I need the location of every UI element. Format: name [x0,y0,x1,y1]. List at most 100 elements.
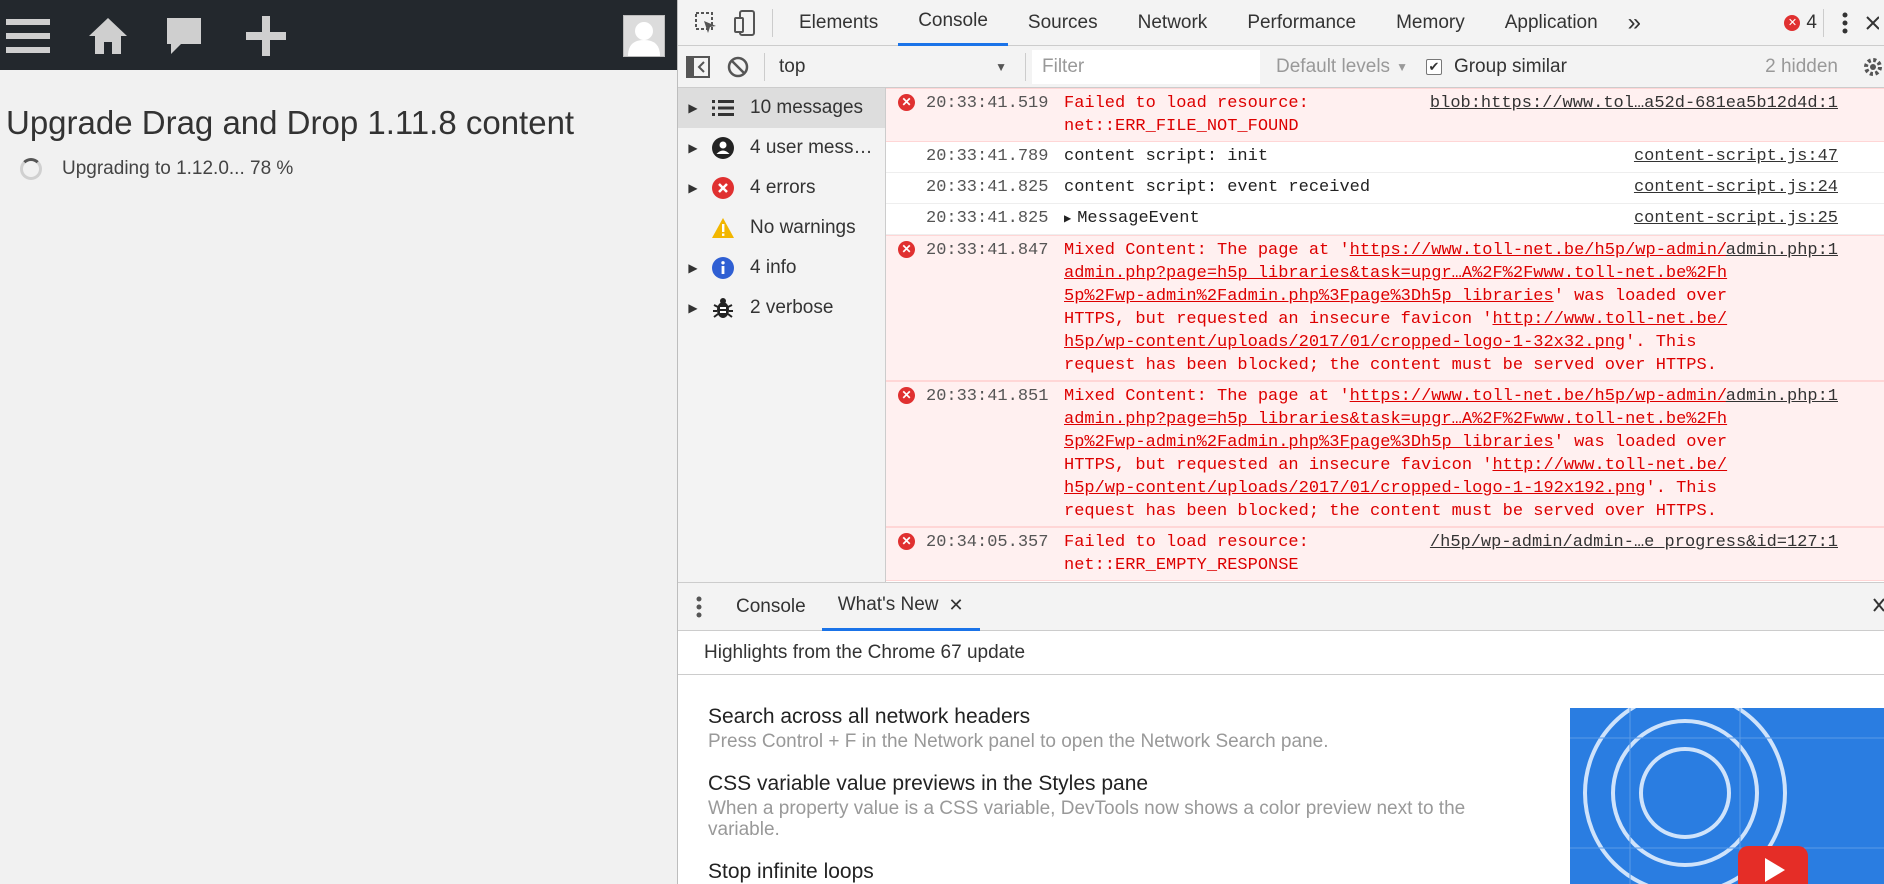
menu-icon[interactable] [4,12,52,60]
close-drawer-icon[interactable] [1872,597,1884,620]
video-thumbnail[interactable] [1570,708,1884,884]
bug-icon [708,296,738,320]
sidebar-item-messages[interactable]: ▶ 10 messages [678,88,885,128]
user-icon [708,136,738,160]
source-link[interactable]: blob:https://www.tol…a52d-681ea5b12d4d:1 [1430,92,1838,115]
settings-gear-icon[interactable] [1862,56,1884,83]
drawer-tab-console[interactable]: Console [720,583,822,631]
spinner-icon [20,158,42,180]
console-toolbar: top ▼ Default levels ▼ ✔ Group similar 2… [678,46,1884,88]
sidebar-item-errors[interactable]: ▶ 4 errors [678,168,885,208]
error-icon [708,176,738,200]
news-item[interactable]: Stop infinite loops [708,858,1528,884]
sidebar-item-user-messages[interactable]: ▶ 4 user mess… [678,128,885,168]
group-similar-checkbox[interactable]: ✔ Group similar [1425,55,1567,78]
expand-arrow-icon[interactable]: ▶ [678,141,708,155]
message-text-pre: Mixed Content: The page at ' [1064,387,1350,406]
tab-performance[interactable]: Performance [1227,0,1376,46]
message-text: Failed to load resource: net::ERR_FILE_N… [1064,94,1309,136]
timestamp: 20:33:41.825 [926,209,1049,228]
source-link[interactable]: admin.php:1 [1726,239,1838,262]
sidebar-toggle-icon[interactable] [678,46,718,88]
sidebar-item-info[interactable]: ▶ 4 info [678,248,885,288]
comment-icon[interactable] [160,12,208,60]
drawer-tab-label: What's New [837,594,939,615]
news-description: When a property value is a CSS variable,… [708,798,1466,840]
news-title: Search across all network headers [708,705,1031,728]
separator [1025,52,1026,81]
expand-arrow-icon[interactable]: ▶ [678,181,708,195]
console-message-log[interactable]: 20:33:41.825 content-script.js:24 conten… [886,173,1884,204]
expand-arrow-icon[interactable]: ▶ [678,301,708,315]
device-toolbar-icon[interactable] [726,0,766,46]
filter-input[interactable] [1032,49,1260,84]
sidebar-item-label: 10 messages [750,97,864,118]
clear-console-icon[interactable] [718,46,758,88]
sidebar-item-label: 4 info [750,257,797,278]
tab-memory[interactable]: Memory [1376,0,1485,46]
console-message-error[interactable]: ✕ 20:33:41.847 admin.php:1 Mixed Content… [886,235,1884,381]
timestamp: 20:33:41.519 [926,94,1049,113]
chevron-down-icon: ▼ [995,59,1007,74]
console-body: ▶ 10 messages ▶ 4 user mess… ▶ 4 errors [678,88,1884,582]
error-count: 4 [1806,11,1817,33]
checkbox-checked-icon[interactable]: ✔ [1425,58,1442,75]
source-link[interactable]: content-script.js:47 [1634,145,1838,168]
app-toolbar [0,0,677,70]
message-text: Failed to load resource: net::ERR_EMPTY_… [1064,533,1309,575]
whats-new-list: Search across all network headers Press … [708,703,1528,884]
tab-network[interactable]: Network [1118,0,1228,46]
close-devtools-icon[interactable] [1860,0,1884,46]
devtools-panel: Elements Console Sources Network Perform… [678,0,1884,884]
drawer-menu-icon[interactable] [678,583,720,631]
source-link[interactable]: admin.php:1 [1726,385,1838,408]
sidebar-item-label: No warnings [750,217,856,238]
source-link[interactable]: content-script.js:25 [1634,207,1838,230]
console-message-error[interactable]: ✕ 20:34:05.357 /h5p/wp-admin/admin-…e_pr… [886,527,1884,581]
hidden-count: 2 hidden [1765,55,1838,77]
tab-application[interactable]: Application [1485,0,1618,46]
source-link[interactable]: /h5p/wp-admin/admin-…e_progress&id=127:1 [1430,531,1838,554]
console-message-log[interactable]: 20:33:41.825 content-script.js:25 ▶ Messa… [886,204,1884,235]
expand-arrow-icon[interactable]: ▶ [678,261,708,275]
avatar[interactable] [623,15,665,57]
more-tabs-button[interactable]: » [1618,0,1651,46]
console-message-error[interactable]: ✕ 20:33:41.851 admin.php:1 Mixed Content… [886,381,1884,527]
sidebar-item-verbose[interactable]: ▶ 2 verbose [678,288,885,328]
console-sidebar: ▶ 10 messages ▶ 4 user mess… ▶ 4 errors [678,88,886,582]
console-message-log[interactable]: 20:33:41.789 content-script.js:47 conten… [886,142,1884,173]
news-item[interactable]: Search across all network headers Press … [708,703,1528,752]
inspect-element-icon[interactable] [686,0,726,46]
sidebar-item-label: 4 errors [750,177,816,198]
tab-sources[interactable]: Sources [1008,0,1118,46]
context-select[interactable]: top ▼ [771,56,1019,78]
error-icon: ✕ [898,94,915,111]
chevron-down-icon: ▼ [1396,59,1408,74]
warning-icon [708,216,738,240]
timestamp: 20:33:41.825 [926,178,1049,197]
error-icon: ✕ [898,533,915,550]
list-icon [708,96,738,120]
group-similar-label: Group similar [1453,55,1567,77]
close-tab-icon[interactable]: ✕ [948,595,963,616]
log-levels-dropdown[interactable]: Default levels ▼ [1276,56,1408,78]
upgrade-progress: Upgrading to 1.12.0... 78 % [20,158,293,180]
tab-console[interactable]: Console [898,0,1008,46]
timestamp: 20:33:41.789 [926,147,1049,166]
add-icon[interactable] [242,12,290,60]
tab-elements[interactable]: Elements [779,0,898,46]
home-icon[interactable] [84,12,132,60]
sidebar-item-warnings[interactable]: No warnings [678,208,885,248]
separator [772,8,773,37]
drawer-tab-whats-new[interactable]: What's New ✕ [821,583,980,631]
expand-arrow-icon[interactable]: ▶ [1064,212,1071,226]
error-icon: ✕ [898,387,915,404]
app-pane: Upgrade Drag and Drop 1.11.8 content Upg… [0,0,678,884]
log-levels-label: Default levels [1276,55,1391,77]
kebab-menu-icon[interactable] [1830,0,1860,46]
expand-arrow-icon[interactable]: ▶ [678,101,708,115]
console-message-error[interactable]: ✕ 20:33:41.519 blob:https://www.tol…a52d… [886,88,1884,142]
source-link[interactable]: content-script.js:24 [1634,176,1838,199]
news-item[interactable]: CSS variable value previews in the Style… [708,770,1528,840]
error-counter[interactable]: ✕ 4 [1784,12,1817,34]
